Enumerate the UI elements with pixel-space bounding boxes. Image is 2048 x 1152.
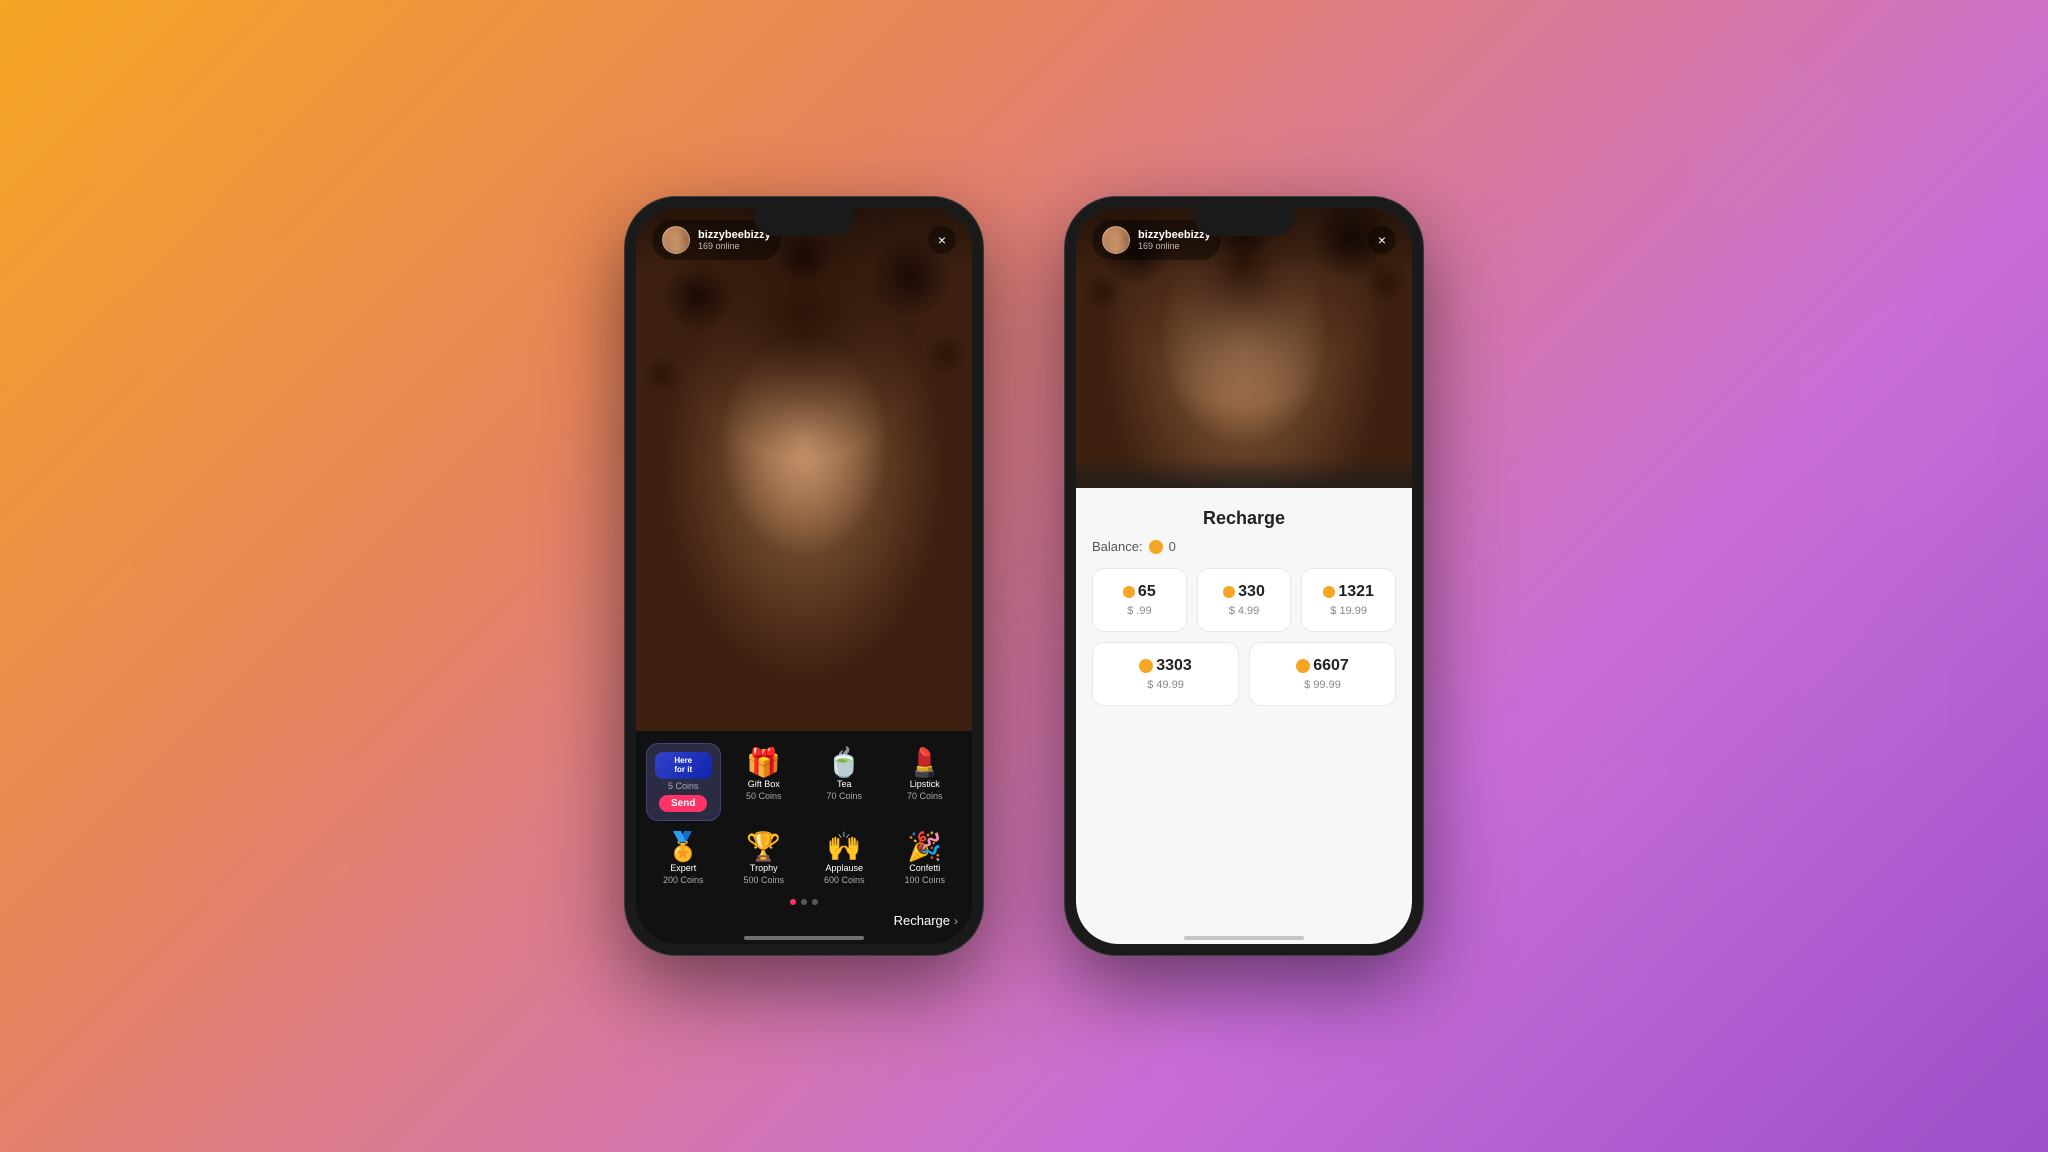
recharge-label: Recharge	[894, 913, 950, 928]
package-3303-coins: 3303	[1139, 657, 1192, 675]
recharge-panel: Recharge Balance: 0 65 $ .99	[1076, 488, 1412, 944]
confetti-name: Confetti	[909, 863, 940, 873]
package-1321[interactable]: 1321 $ 19.99	[1301, 568, 1396, 632]
left-phone-screen: bizzybeebizzy 169 online × Here for it	[636, 208, 972, 944]
package-3303[interactable]: 3303 $ 49.99	[1092, 642, 1239, 706]
here-for-it-coins: 5 Coins	[668, 781, 699, 791]
right-username: bizzybeebizzy	[1138, 229, 1211, 241]
gift-item-gift-box[interactable]: 🎁 Gift Box 50 Coins	[727, 743, 802, 821]
package-3303-price: $ 49.99	[1147, 679, 1184, 691]
right-user-info: bizzybeebizzy 169 online	[1092, 220, 1221, 260]
gift-item-applause[interactable]: 🙌 Applause 600 Coins	[807, 827, 882, 891]
confetti-emoji: 🎉	[907, 833, 942, 861]
left-viewers: 169 online	[698, 241, 771, 251]
package-65-price: $ .99	[1127, 605, 1151, 617]
packages-grid-top: 65 $ .99 330 $ 4.99	[1092, 568, 1396, 632]
left-top-bar: bizzybeebizzy 169 online ×	[636, 208, 972, 272]
dot-3	[812, 899, 818, 905]
expert-coins: 200 Coins	[663, 875, 704, 885]
phones-container: bizzybeebizzy 169 online × Here for it	[624, 196, 1424, 956]
trophy-coins: 500 Coins	[743, 875, 784, 885]
trophy-emoji: 🏆	[746, 833, 781, 861]
applause-coins: 600 Coins	[824, 875, 865, 885]
left-avatar	[662, 226, 690, 254]
coin-icon-1321	[1323, 586, 1335, 598]
recharge-title: Recharge	[1092, 508, 1396, 529]
balance-value: 0	[1169, 539, 1176, 554]
left-bottom-panel: Here for it 5 Coins Send 🎁 Gift Box 50 C…	[636, 731, 972, 944]
here-for-it-line1: Here	[661, 756, 706, 766]
lipstick-name: Lipstick	[910, 779, 940, 789]
applause-name: Applause	[825, 863, 863, 873]
tea-emoji: 🍵	[827, 749, 862, 777]
coin-icon-330	[1223, 586, 1235, 598]
recharge-link[interactable]: Recharge ›	[894, 913, 958, 928]
right-top-bar: bizzybeebizzy 169 online ×	[1076, 208, 1412, 272]
video-dark-overlay	[1076, 458, 1412, 488]
package-65[interactable]: 65 $ .99	[1092, 568, 1187, 632]
gift-box-name: Gift Box	[748, 779, 780, 789]
balance-label: Balance:	[1092, 539, 1143, 554]
tea-name: Tea	[837, 779, 852, 789]
right-close-button[interactable]: ×	[1368, 226, 1396, 254]
applause-emoji: 🙌	[827, 833, 862, 861]
trophy-name: Trophy	[750, 863, 778, 873]
package-6607-price: $ 99.99	[1304, 679, 1341, 691]
left-user-text: bizzybeebizzy 169 online	[698, 229, 771, 251]
gift-box-coins: 50 Coins	[746, 791, 782, 801]
right-home-indicator	[1184, 936, 1304, 940]
right-video-area: bizzybeebizzy 169 online ×	[1076, 208, 1412, 488]
gift-item-lipstick[interactable]: 💄 Lipstick 70 Coins	[888, 743, 963, 821]
balance-coin-icon	[1149, 540, 1163, 554]
packages-grid-bottom: 3303 $ 49.99 6607 $ 99.99	[1092, 642, 1396, 706]
here-for-it-line2: for it	[661, 765, 706, 775]
package-1321-price: $ 19.99	[1330, 605, 1367, 617]
package-6607[interactable]: 6607 $ 99.99	[1249, 642, 1396, 706]
gift-item-expert[interactable]: 🏅 Expert 200 Coins	[646, 827, 721, 891]
page-dots	[646, 899, 962, 905]
left-username: bizzybeebizzy	[698, 229, 771, 241]
package-330[interactable]: 330 $ 4.99	[1197, 568, 1292, 632]
here-for-it-banner: Here for it	[655, 752, 712, 779]
gift-item-here-for-it[interactable]: Here for it 5 Coins Send	[646, 743, 721, 821]
left-phone: bizzybeebizzy 169 online × Here for it	[624, 196, 984, 956]
package-330-price: $ 4.99	[1229, 605, 1260, 617]
right-phone-screen: bizzybeebizzy 169 online × Recharge Bala…	[1076, 208, 1412, 944]
coin-icon-3303	[1139, 659, 1153, 673]
package-6607-coins: 6607	[1296, 657, 1349, 675]
dot-1	[790, 899, 796, 905]
package-330-coins: 330	[1223, 583, 1265, 601]
dot-2	[801, 899, 807, 905]
left-home-indicator	[744, 936, 864, 940]
tea-coins: 70 Coins	[826, 791, 862, 801]
expert-name: Expert	[670, 863, 696, 873]
package-1321-coins: 1321	[1323, 583, 1374, 601]
right-avatar	[1102, 226, 1130, 254]
gift-item-confetti[interactable]: 🎉 Confetti 100 Coins	[888, 827, 963, 891]
left-user-info: bizzybeebizzy 169 online	[652, 220, 781, 260]
send-button[interactable]: Send	[659, 795, 707, 812]
gift-box-emoji: 🎁	[746, 749, 781, 777]
left-close-button[interactable]: ×	[928, 226, 956, 254]
left-video-area: bizzybeebizzy 169 online ×	[636, 208, 972, 731]
coin-icon-6607	[1296, 659, 1310, 673]
recharge-row: Recharge ›	[646, 913, 962, 928]
lipstick-coins: 70 Coins	[907, 791, 943, 801]
gifts-grid: Here for it 5 Coins Send 🎁 Gift Box 50 C…	[646, 743, 962, 891]
expert-emoji: 🏅	[666, 833, 701, 861]
confetti-coins: 100 Coins	[904, 875, 945, 885]
coin-icon-65	[1123, 586, 1135, 598]
recharge-chevron-icon: ›	[954, 914, 958, 928]
right-phone: bizzybeebizzy 169 online × Recharge Bala…	[1064, 196, 1424, 956]
lipstick-emoji: 💄	[907, 749, 942, 777]
package-65-coins: 65	[1123, 583, 1156, 601]
gift-item-tea[interactable]: 🍵 Tea 70 Coins	[807, 743, 882, 821]
balance-row: Balance: 0	[1092, 539, 1396, 554]
right-viewers: 169 online	[1138, 241, 1211, 251]
right-user-text: bizzybeebizzy 169 online	[1138, 229, 1211, 251]
gift-item-trophy[interactable]: 🏆 Trophy 500 Coins	[727, 827, 802, 891]
